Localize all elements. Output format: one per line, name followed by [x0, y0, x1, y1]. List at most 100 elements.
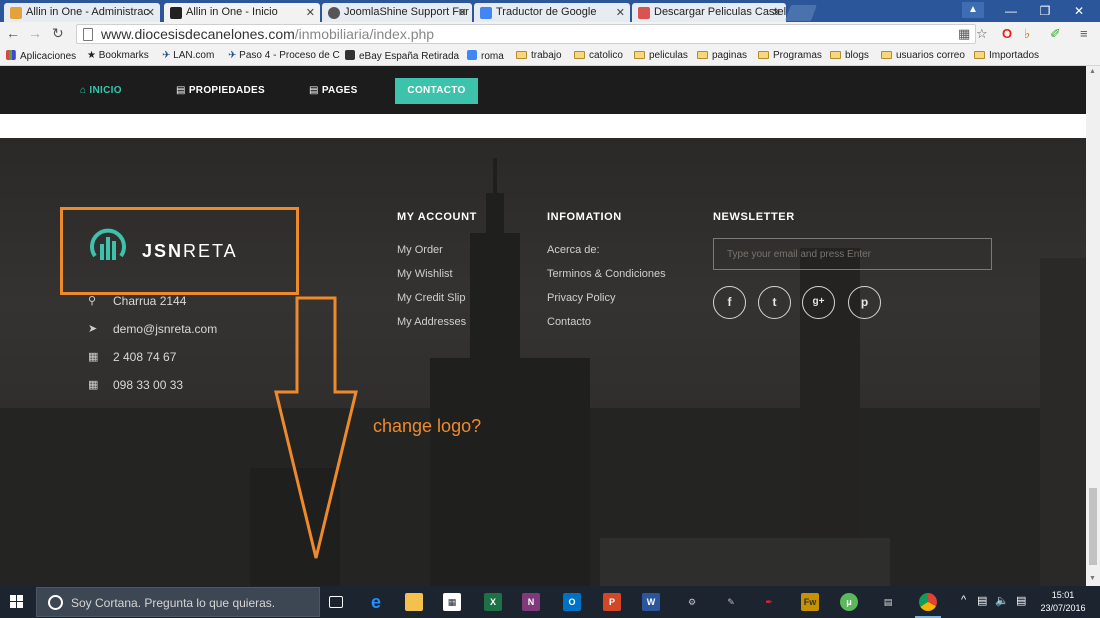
facebook-icon[interactable]: f [713, 286, 746, 319]
nav-propiedades[interactable]: ▤ PROPIEDADES [176, 85, 265, 96]
bookmark-folder[interactable]: usuarios correo [881, 50, 965, 61]
powerpoint-icon[interactable]: P [603, 593, 621, 611]
onenote-icon[interactable]: N [522, 593, 540, 611]
network-icon[interactable]: ▤ [977, 594, 987, 607]
tab-admin[interactable]: Allin in One - Administrac ✕ [4, 3, 160, 22]
windows-start-icon[interactable] [10, 595, 24, 609]
bookmark-folder[interactable]: peliculas [634, 50, 688, 61]
maximize-icon[interactable]: ❐ [1028, 0, 1062, 22]
tab-inicio[interactable]: Allin in One - Inicio ✕ [164, 3, 320, 22]
notepad-icon[interactable]: ▤ [879, 593, 897, 611]
translate-icon[interactable]: ▦ [958, 26, 970, 42]
bookmark-folder[interactable]: blogs [830, 50, 869, 61]
star-icon: ★ [87, 50, 99, 61]
task-view-icon[interactable] [329, 596, 343, 608]
chrome-icon[interactable] [915, 593, 941, 618]
new-tab-button[interactable] [785, 5, 817, 21]
bookmark-item[interactable]: ★ Bookmarks [87, 50, 149, 61]
minimize-icon[interactable]: — [994, 0, 1028, 22]
bookmark-folder[interactable]: catolico [574, 50, 623, 61]
browser-tab-bar: Allin in One - Administrac ✕ Allin in On… [0, 0, 1100, 22]
home-icon: ⌂ [80, 85, 90, 96]
information-title: INFOMATION [547, 211, 622, 223]
scrollbar-thumb[interactable] [1089, 488, 1097, 565]
volume-icon[interactable]: 🔈 [995, 594, 1009, 607]
bookmark-star-icon[interactable]: ☆ [976, 26, 988, 42]
my-credit-slip-link[interactable]: My Credit Slip [397, 292, 465, 304]
nav-inicio[interactable]: ⌂ INICIO [80, 85, 122, 96]
cortana-search-box[interactable]: Soy Cortana. Pregunta lo que quieras. [36, 587, 320, 617]
nav-pages[interactable]: ▤ PAGES [309, 85, 358, 96]
apps-icon [6, 50, 16, 60]
tab-joomlashine[interactable]: JoomlaShine Support For ✕ [322, 3, 472, 22]
my-order-link[interactable]: My Order [397, 244, 443, 256]
close-icon[interactable]: ✕ [616, 6, 625, 19]
bookmark-folder[interactable]: Importados [974, 50, 1039, 61]
my-wishlist-link[interactable]: My Wishlist [397, 268, 453, 280]
nav-contacto-button[interactable]: CONTACTO [395, 78, 478, 104]
close-icon[interactable]: ✕ [458, 6, 467, 19]
utorrent-icon[interactable]: μ [840, 593, 858, 611]
bookmark-item[interactable]: ✈ LAN.com [162, 50, 214, 61]
skyline-block [430, 358, 590, 586]
privacy-link[interactable]: Privacy Policy [547, 292, 615, 304]
user-profile-icon[interactable]: ▲ [962, 2, 984, 18]
my-addresses-link[interactable]: My Addresses [397, 316, 466, 328]
pen-extension-icon[interactable]: ✐ [1050, 26, 1061, 42]
tab-peliculas[interactable]: Descargar Peliculas Castel ✕ [632, 3, 786, 22]
page-viewport: ⌂ INICIO ▤ PROPIEDADES ▤ PAGES CONTACTO … [0, 66, 1086, 586]
close-window-icon[interactable]: ✕ [1062, 0, 1096, 22]
annotation-text: change logo? [373, 416, 482, 436]
tab-traductor[interactable]: Traductor de Google ✕ [474, 3, 630, 22]
folder-icon [634, 51, 645, 59]
newsletter-email-input[interactable] [713, 238, 992, 270]
opera-icon[interactable]: O [1002, 26, 1012, 41]
contact-email[interactable]: demo@jsnreta.com [113, 322, 217, 336]
bookmark-item[interactable]: eBay España Retirada [345, 50, 459, 62]
folder-icon [881, 51, 892, 59]
scroll-down-icon[interactable]: ▼ [1089, 575, 1096, 582]
tray-expand-icon[interactable]: ^ [961, 594, 966, 606]
bookmark-item[interactable]: ✈ Paso 4 - Proceso de C [228, 50, 340, 61]
pen-app-icon[interactable]: ✒ [760, 593, 778, 611]
terminos-link[interactable]: Terminos & Condiciones [547, 268, 666, 280]
bookmark-folder[interactable]: trabajo [516, 50, 562, 61]
annotation-highlight-box [60, 207, 299, 295]
taskbar-clock[interactable]: 15:01 23/07/2016 [1038, 589, 1088, 615]
fireworks-icon[interactable]: Fw [801, 593, 819, 611]
store-icon[interactable]: ▦ [443, 593, 461, 611]
tab-label: Allin in One - Inicio [186, 6, 278, 18]
bookmark-item[interactable]: Aplicaciones [6, 50, 76, 62]
bookmark-folder[interactable]: Programas [758, 50, 822, 61]
acerca-link[interactable]: Acerca de: [547, 244, 600, 256]
edge-icon[interactable]: e [367, 593, 385, 611]
pinterest-icon[interactable]: p [848, 286, 881, 319]
word-icon[interactable]: W [642, 593, 660, 611]
movie-icon [638, 7, 650, 19]
google-plus-icon[interactable]: g+ [802, 286, 835, 319]
excel-icon[interactable]: X [484, 593, 502, 611]
close-icon[interactable]: ✕ [772, 6, 781, 19]
bookmark-label: blogs [845, 50, 869, 61]
extension-icon[interactable]: ♭ [1024, 26, 1030, 42]
scroll-up-icon[interactable]: ▲ [1089, 68, 1096, 75]
bookmark-label: trabajo [531, 50, 562, 61]
bookmark-item[interactable]: roma [467, 50, 504, 62]
paint-icon[interactable]: ✎ [722, 593, 740, 611]
app-icon[interactable]: ⚙ [683, 593, 701, 611]
notifications-icon[interactable]: ▤ [1016, 594, 1026, 607]
tab-label: Allin in One - Administrac [26, 6, 149, 18]
close-icon[interactable]: ✕ [146, 6, 155, 19]
menu-icon[interactable]: ≡ [1080, 26, 1088, 41]
twitter-icon[interactable]: t [758, 286, 791, 319]
address-bar[interactable]: www.diocesisdecanelones.com/inmobiliaria… [76, 24, 976, 44]
bookmark-folder[interactable]: paginas [697, 50, 747, 61]
folder-icon [758, 51, 769, 59]
file-explorer-icon[interactable] [405, 593, 423, 611]
close-icon[interactable]: ✕ [306, 6, 315, 19]
contacto-link[interactable]: Contacto [547, 316, 591, 328]
reload-icon[interactable]: ↻ [52, 25, 64, 42]
back-icon[interactable]: ← [6, 25, 20, 41]
forward-icon[interactable]: → [28, 25, 42, 41]
outlook-icon[interactable]: O [563, 593, 581, 611]
